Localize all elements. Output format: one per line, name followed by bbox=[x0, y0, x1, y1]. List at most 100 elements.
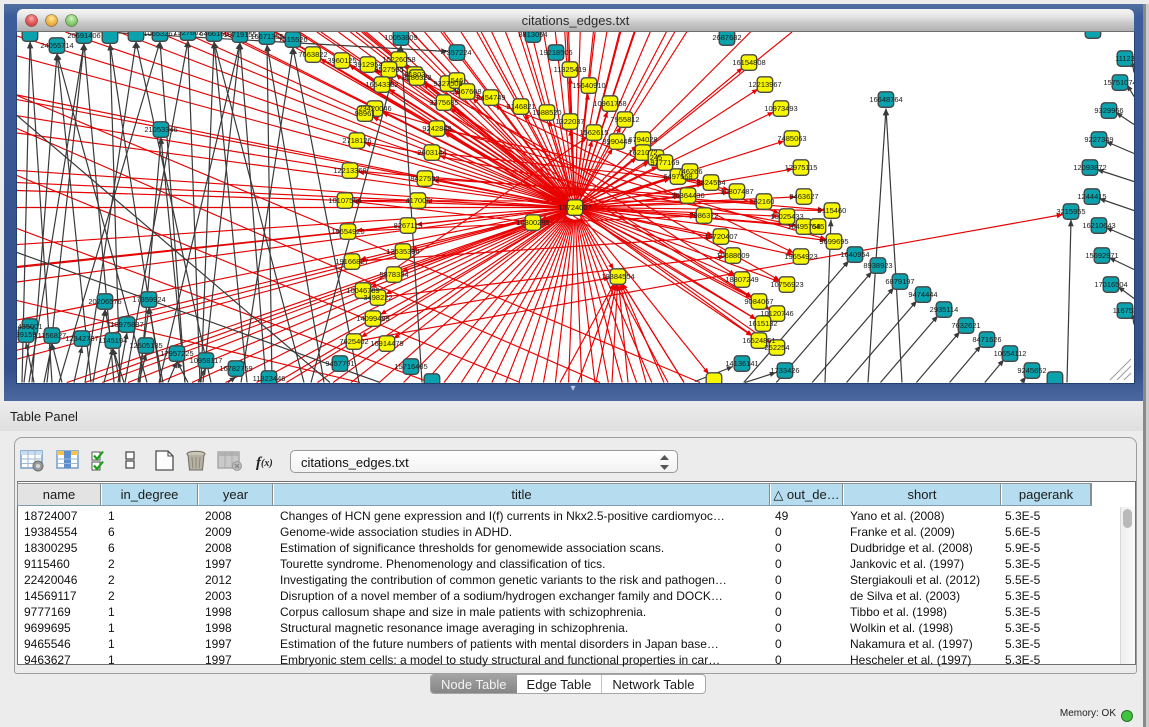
svg-text:10107554: 10107554 bbox=[328, 196, 361, 205]
svg-text:9115460: 9115460 bbox=[818, 206, 847, 215]
svg-text:15640910: 15640910 bbox=[572, 81, 605, 90]
svg-text:2687682: 2687682 bbox=[712, 33, 741, 42]
svg-text:20364436: 20364436 bbox=[671, 191, 704, 200]
svg-text:10120746: 10120746 bbox=[760, 309, 793, 318]
svg-text:6879197: 6879197 bbox=[885, 277, 914, 286]
svg-text:2935114: 2935114 bbox=[930, 305, 959, 314]
svg-text:2718126: 2718126 bbox=[342, 136, 371, 145]
svg-text:19654923: 19654923 bbox=[784, 252, 817, 261]
svg-text:2603144: 2603144 bbox=[417, 148, 446, 157]
svg-text:14099489: 14099489 bbox=[356, 314, 389, 323]
svg-text:9329966: 9329966 bbox=[1094, 106, 1123, 115]
svg-text:9084067: 9084067 bbox=[744, 297, 773, 306]
svg-text:10654112: 10654112 bbox=[994, 349, 1027, 358]
svg-text:19166827: 19166827 bbox=[335, 257, 368, 266]
svg-text:12505135: 12505135 bbox=[129, 341, 162, 350]
svg-text:8938923: 8938923 bbox=[863, 261, 892, 270]
svg-text:12213967: 12213967 bbox=[748, 80, 781, 89]
svg-text:116753: 116753 bbox=[1113, 306, 1134, 315]
svg-text:16914479: 16914479 bbox=[370, 339, 403, 348]
svg-text:11123: 11123 bbox=[1115, 54, 1134, 63]
svg-text:1733426: 1733426 bbox=[770, 366, 799, 375]
svg-text:16154808: 16154808 bbox=[732, 58, 765, 67]
svg-text:7955812: 7955812 bbox=[610, 115, 639, 124]
svg-text:9245652: 9245652 bbox=[1017, 366, 1046, 375]
svg-text:19218506: 19218506 bbox=[539, 48, 572, 57]
svg-text:12975115: 12975115 bbox=[785, 163, 818, 172]
svg-text:12093872: 12093872 bbox=[1073, 163, 1106, 172]
svg-text:20691406: 20691406 bbox=[67, 32, 100, 40]
svg-text:5878334: 5878334 bbox=[379, 270, 408, 279]
svg-text:8471626: 8471626 bbox=[972, 335, 1001, 344]
svg-text:1156827: 1156827 bbox=[38, 331, 67, 340]
svg-text:3375685: 3375685 bbox=[429, 98, 458, 107]
svg-text:1527602: 1527602 bbox=[173, 32, 202, 37]
svg-text:17016504: 17016504 bbox=[1094, 280, 1127, 289]
svg-text:12342737: 12342737 bbox=[65, 334, 98, 343]
svg-text:19384554: 19384554 bbox=[601, 272, 634, 281]
svg-text:24055714: 24055714 bbox=[40, 41, 73, 50]
svg-text:62160: 62160 bbox=[754, 197, 775, 206]
svg-text:1244415: 1244415 bbox=[1077, 192, 1106, 201]
svg-text:3824554: 3824554 bbox=[696, 178, 725, 187]
svg-text:9227349: 9227349 bbox=[1084, 135, 1113, 144]
svg-text:(x): (x) bbox=[261, 458, 273, 469]
svg-text:1640954: 1640954 bbox=[840, 250, 869, 259]
svg-text:15751074: 15751074 bbox=[1103, 78, 1134, 87]
svg-text:7357224: 7357224 bbox=[442, 48, 471, 57]
svg-text:9699695: 9699695 bbox=[819, 237, 848, 246]
svg-text:9527505: 9527505 bbox=[374, 65, 403, 74]
svg-text:8427552: 8427552 bbox=[410, 174, 439, 183]
svg-text:7485063: 7485063 bbox=[777, 134, 806, 143]
svg-text:12213369: 12213369 bbox=[333, 166, 366, 175]
svg-text:9242848: 9242848 bbox=[422, 124, 451, 133]
svg-text:11325419: 11325419 bbox=[554, 65, 587, 74]
svg-text:1588520: 1588520 bbox=[532, 108, 561, 117]
svg-text:1322037: 1322037 bbox=[555, 117, 584, 126]
svg-text:11923446: 11923446 bbox=[253, 374, 286, 383]
svg-text:8454749: 8454749 bbox=[476, 93, 505, 102]
svg-text:10961758: 10961758 bbox=[593, 99, 626, 108]
svg-text:39159: 39159 bbox=[17, 330, 36, 339]
svg-text:252254: 252254 bbox=[764, 343, 789, 352]
svg-text:13535394: 13535394 bbox=[386, 247, 419, 256]
svg-text:7515526: 7515526 bbox=[278, 35, 307, 44]
svg-text:20206576: 20206576 bbox=[88, 297, 121, 306]
svg-text:9457791: 9457791 bbox=[325, 359, 354, 368]
svg-text:17359924: 17359924 bbox=[132, 295, 165, 304]
svg-text:14136141: 14136141 bbox=[725, 359, 758, 368]
svg-text:1615132: 1615132 bbox=[748, 319, 777, 328]
svg-text:8990448: 8990448 bbox=[602, 137, 631, 146]
svg-text:21053346: 21053346 bbox=[144, 125, 177, 134]
svg-text:8813054: 8813054 bbox=[518, 32, 547, 39]
svg-text:7632621: 7632621 bbox=[951, 321, 980, 330]
svg-text:16782759: 16782759 bbox=[219, 364, 252, 373]
svg-text:10653267: 10653267 bbox=[143, 32, 176, 38]
svg-text:18724007: 18724007 bbox=[558, 203, 591, 212]
svg-text:417006: 417006 bbox=[405, 196, 430, 205]
svg-text:10807487: 10807487 bbox=[720, 187, 753, 196]
svg-text:10025433: 10025433 bbox=[770, 212, 803, 221]
svg-text:15692971: 15692971 bbox=[1085, 251, 1118, 260]
svg-text:18807249: 18807249 bbox=[725, 275, 758, 284]
svg-text:13975887: 13975887 bbox=[110, 320, 143, 329]
svg-text:19654925: 19654925 bbox=[331, 227, 364, 236]
svg-text:10756923: 10756923 bbox=[770, 280, 803, 289]
svg-text:16543382: 16543382 bbox=[365, 80, 398, 89]
svg-text:8267115: 8267115 bbox=[394, 221, 423, 230]
svg-text:3498222: 3498222 bbox=[363, 293, 392, 302]
svg-text:1562615: 1562615 bbox=[579, 128, 608, 137]
svg-text:546: 546 bbox=[451, 76, 464, 85]
svg-text:98961: 98961 bbox=[355, 109, 376, 118]
svg-text:10053809: 10053809 bbox=[384, 33, 417, 42]
svg-text:7986372: 7986372 bbox=[689, 211, 718, 220]
svg-text:9777169: 9777169 bbox=[650, 158, 679, 167]
svg-text:746266: 746266 bbox=[677, 167, 702, 176]
svg-text:15720407: 15720407 bbox=[704, 232, 737, 241]
svg-text:3960125: 3960125 bbox=[327, 56, 356, 65]
svg-text:10688609: 10688609 bbox=[716, 251, 749, 260]
svg-text:8186328: 8186328 bbox=[402, 73, 431, 82]
svg-text:1145194: 1145194 bbox=[99, 336, 128, 345]
svg-text:9146821: 9146821 bbox=[506, 102, 535, 111]
svg-text:7663822: 7663822 bbox=[298, 50, 327, 59]
